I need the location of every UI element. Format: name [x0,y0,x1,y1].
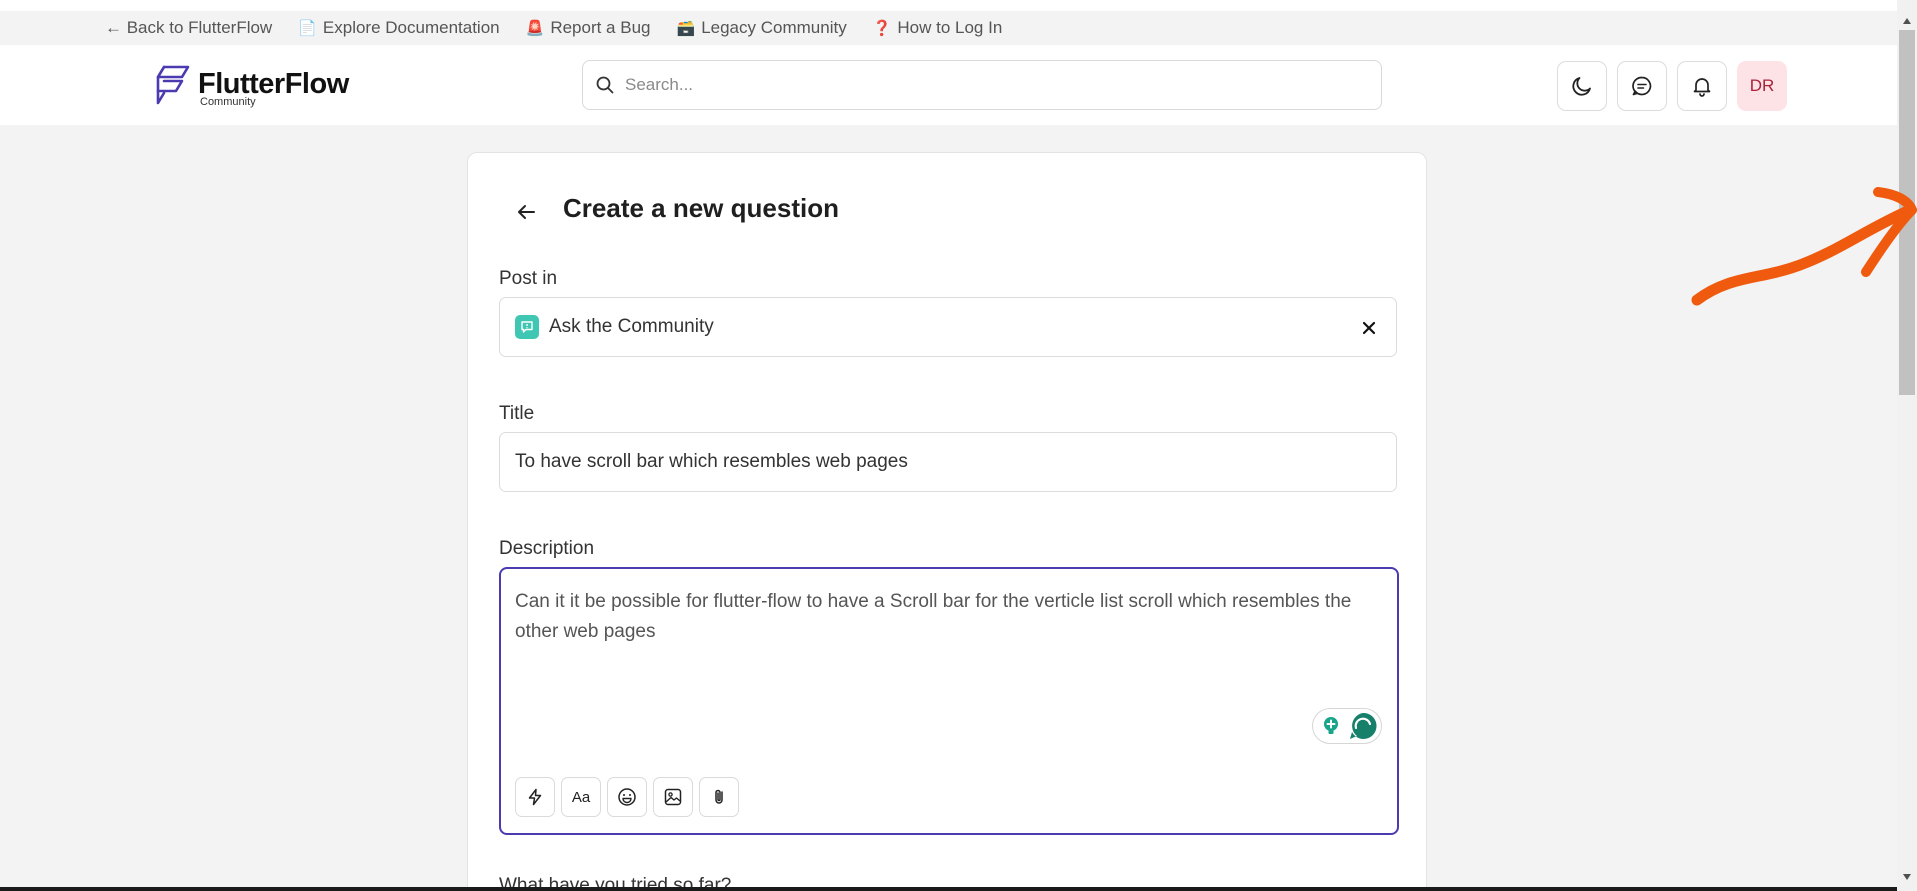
description-editor[interactable]: Can it it be possible for flutter-flow t… [499,567,1399,835]
back-button[interactable] [511,197,541,227]
triangle-down-icon [1903,874,1911,880]
top-links-bar: ← Back to FlutterFlow 📄 Explore Document… [0,11,1897,45]
site-header: FlutterFlow Community DR [0,45,1897,125]
lightning-icon [528,788,542,806]
notifications-button[interactable] [1677,61,1727,111]
document-icon: 📄 [298,19,317,37]
flutterflow-logo[interactable]: FlutterFlow Community [154,63,349,108]
bottom-edge [0,887,1897,891]
description-value[interactable]: Can it it be possible for flutter-flow t… [515,587,1375,647]
card-box-icon: 🗃️ [676,19,696,37]
attachment-button[interactable] [699,777,739,817]
community-badge-icon [515,315,539,339]
search-icon [596,76,614,94]
emoji-button[interactable] [607,777,647,817]
scroll-down-arrow[interactable] [1900,870,1914,884]
page-title: Create a new question [563,193,839,223]
clear-selection-button[interactable] [1357,316,1381,340]
question-mark-icon: ❓ [872,19,892,37]
scroll-up-arrow[interactable] [1900,14,1914,28]
back-to-flutterflow-link[interactable]: ← Back to FlutterFlow [105,18,272,38]
text-format-icon: Aa [571,788,591,806]
siren-icon: 🚨 [525,19,545,37]
dark-mode-button[interactable] [1557,61,1607,111]
title-value: To have scroll bar which resembles web p… [515,451,908,472]
how-to-log-in-link[interactable]: ❓ How to Log In [873,18,1003,38]
attachment-icon [715,789,723,804]
image-icon [664,788,682,806]
logo-title: FlutterFlow [198,68,349,100]
moon-icon [1572,77,1591,96]
report-a-bug-link[interactable]: 🚨 Report a Bug [526,18,651,38]
text-format-button[interactable]: Aa [561,777,601,817]
explore-documentation-link[interactable]: 📄 Explore Documentation [298,18,499,38]
close-icon [1362,321,1376,335]
search-input[interactable] [625,75,1365,95]
post-in-select[interactable]: Ask the Community [499,297,1397,357]
browser-top-strip [0,0,1897,11]
grammar-assistant-icon [1350,712,1377,739]
title-input[interactable]: To have scroll bar which resembles web p… [499,432,1397,492]
user-avatar[interactable]: DR [1737,61,1787,111]
triangle-up-icon [1903,18,1911,24]
create-question-card: Create a new question Post in Ask the Co… [467,152,1427,891]
image-button[interactable] [653,777,693,817]
post-in-value: Ask the Community [549,316,714,337]
writing-assistant-widget[interactable] [1312,708,1382,744]
chat-button[interactable] [1617,61,1667,111]
title-label: Title [499,403,535,424]
arrow-left-icon [518,205,535,219]
post-in-label: Post in [499,268,558,289]
annotation-arrow-icon [1691,187,1917,306]
flutterflow-logo-icon [156,65,190,105]
lightning-button[interactable] [515,777,555,817]
bell-icon [1693,78,1711,97]
emoji-icon [618,788,636,806]
legacy-community-link[interactable]: 🗃️ Legacy Community [677,18,847,38]
logo-subtitle: Community [200,96,256,108]
editor-toolbar: Aa [515,777,739,817]
lightbulb-plus-icon [1324,717,1338,734]
page-scrollbar-thumb[interactable] [1899,30,1915,395]
description-label: Description [499,538,595,559]
search-box[interactable] [582,60,1382,110]
chat-bubble-icon [1632,76,1652,96]
